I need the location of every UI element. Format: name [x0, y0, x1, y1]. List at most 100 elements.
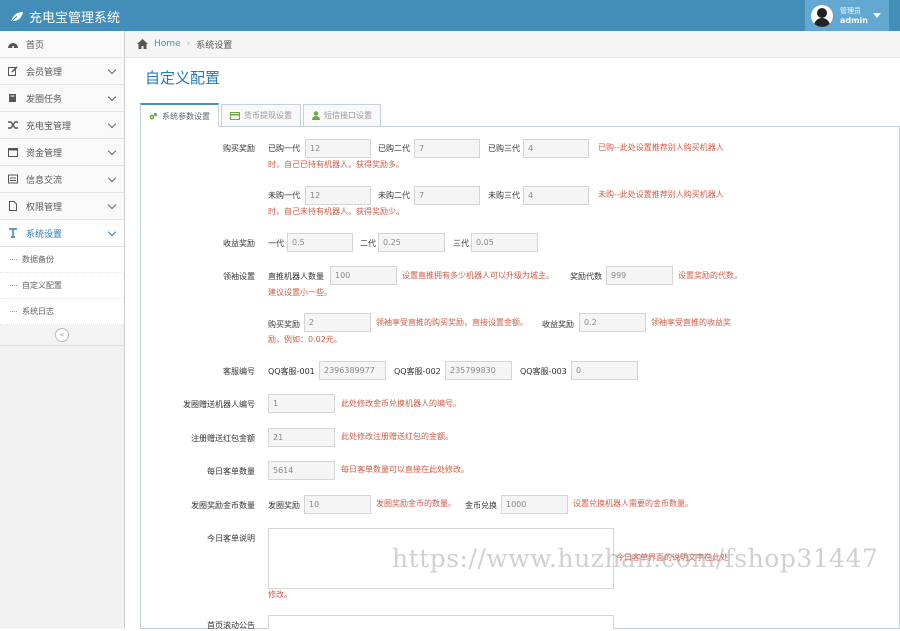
sidebar-item-label: 权限管理: [26, 202, 63, 213]
file-icon: [9, 201, 17, 211]
coin-reward-help: 发圈奖励金币的数量。: [376, 499, 456, 508]
bought-gen2-input[interactable]: 7: [414, 139, 480, 158]
tab-label: 货币提现设置: [244, 111, 292, 120]
unbought-gen3-label: 未购三代: [488, 191, 520, 200]
unbought-help-1: 未购--此处设置推荐别人购买机器人: [598, 190, 724, 199]
sidebar-item-powerbank[interactable]: 充电宝管理: [0, 112, 124, 139]
credit-card-icon: [230, 111, 240, 120]
leader-income-help-2: 励，例如：0.02元。: [268, 335, 342, 344]
edit-icon: [8, 66, 18, 76]
bought-gen1-input[interactable]: 12: [305, 139, 371, 158]
bought-help-2: 时，自己已持有机器人，获得奖励多。: [268, 160, 404, 169]
top-navbar: 充电宝管理系统 管理员 admin: [0, 0, 900, 31]
sidebar-subitem-label: 数据备份: [22, 255, 54, 264]
list-icon: [8, 174, 18, 184]
leader-direct-label: 直推机器人数量: [268, 272, 324, 281]
coin-exchange-label: 金币兑换: [465, 501, 497, 510]
leader-buy-input[interactable]: 2: [304, 313, 371, 332]
chevron-down-icon: [107, 227, 117, 237]
income-gen1-input[interactable]: 0.5: [287, 233, 353, 252]
user-icon: [312, 111, 320, 120]
collapse-icon[interactable]: «: [55, 328, 69, 342]
unbought-gen1-input[interactable]: 12: [305, 186, 371, 205]
breadcrumb-home[interactable]: Home: [154, 39, 181, 49]
sidebar-item-permissions[interactable]: 权限管理: [0, 193, 124, 220]
bought-gen3-label: 已购三代: [488, 144, 520, 153]
calendar-icon: [8, 148, 18, 157]
text-icon: [9, 228, 17, 238]
buy-reward-label: 购买奖励: [223, 144, 255, 153]
breadcrumb: Home › 系统设置: [125, 31, 900, 58]
income-gen2-label: 二代: [360, 239, 376, 248]
income-gen2-input[interactable]: 0.25: [378, 233, 445, 252]
leader-direct-input[interactable]: 100: [330, 266, 397, 285]
user-menu[interactable]: 管理员 admin: [805, 0, 889, 31]
income-gen3-input[interactable]: 0.05: [471, 233, 538, 252]
bought-help-1: 已购--此处设置推荐别人购买机器人: [598, 143, 724, 152]
sidebar-item-label: 系统设置: [26, 229, 63, 240]
chevron-down-icon: [107, 119, 117, 129]
tab-system-params[interactable]: 系统参数设置: [140, 103, 219, 127]
breadcrumb-current: 系统设置: [196, 40, 233, 51]
coin-reward-input[interactable]: 10: [304, 495, 371, 514]
daily-orders-input[interactable]: 5614: [268, 461, 335, 480]
leader-gen-help-1: 设置奖励的代数，: [678, 271, 742, 280]
unbought-help-2: 时，自己未持有机器人，获得奖励少。: [268, 207, 404, 216]
sidebar-item-messages[interactable]: 信息交流: [0, 166, 124, 193]
chevron-down-icon: [107, 200, 117, 210]
notice-label: 首页滚动公告: [207, 621, 255, 630]
daily-orders-label: 每日客单数量: [207, 467, 255, 476]
service-qq2-label: QQ客服-002: [394, 367, 441, 376]
app-title: 充电宝管理系统: [29, 11, 121, 26]
chevron-down-icon: [107, 65, 117, 75]
bought-gen3-input[interactable]: 4: [523, 139, 589, 158]
leader-gen-input[interactable]: 999: [606, 266, 673, 285]
signup-gift-input[interactable]: 21: [268, 428, 335, 447]
brand[interactable]: 充电宝管理系统: [10, 7, 120, 26]
income-reward-label: 收益奖励: [223, 239, 255, 248]
sidebar-subitem-custom-config[interactable]: 自定义配置: [0, 273, 124, 299]
sidebar-subitem-label: 自定义配置: [22, 281, 62, 290]
bought-gen2-label: 已购二代: [378, 144, 410, 153]
sidebar-item-tasks[interactable]: 发圈任务: [0, 85, 124, 112]
sidebar-item-members[interactable]: 会员管理: [0, 58, 124, 85]
leader-buy-help: 领袖享受直推的购买奖励，直接设置金额。: [376, 318, 528, 327]
sidebar-item-settings[interactable]: 系统设置: [0, 220, 124, 247]
sidebar-subitem-logs[interactable]: 系统日志: [0, 299, 124, 325]
unbought-gen3-input[interactable]: 4: [523, 186, 589, 205]
leader-gen-help-2: 建议设置小一些。: [268, 288, 332, 297]
coin-exchange-input[interactable]: 1000: [501, 495, 568, 514]
gift-robot-input[interactable]: 1: [268, 394, 335, 413]
breadcrumb-separator: ›: [186, 39, 191, 49]
service-qq1-input[interactable]: 2396389977: [319, 361, 386, 380]
tab-sms[interactable]: 短信接口设置: [303, 104, 381, 126]
service-qq3-input[interactable]: 0: [571, 361, 638, 380]
bought-gen1-label: 已购一代: [268, 144, 300, 153]
user-name: admin: [840, 15, 868, 25]
leader-direct-help: 设置直推拥有多少机器人可以升级为城主。: [402, 271, 554, 280]
sidebar-item-label: 首页: [26, 40, 45, 51]
leader-income-help-1: 领袖享受直推的收益奖: [651, 318, 731, 327]
sidebar-subitem-label: 系统日志: [22, 307, 54, 316]
unbought-gen2-input[interactable]: 7: [414, 186, 480, 205]
tab-label: 系统参数设置: [162, 111, 210, 121]
sidebar-item-funds[interactable]: 资金管理: [0, 139, 124, 166]
income-gen1-label: 一代: [268, 239, 284, 248]
sidebar-item-label: 信息交流: [26, 175, 63, 186]
avatar: [811, 4, 833, 27]
book-icon: [9, 94, 16, 102]
chevron-down-icon: [107, 92, 117, 102]
watermark: https://www.huzhan.com/fshop31447: [392, 544, 879, 573]
tab-withdraw[interactable]: 货币提现设置: [221, 104, 301, 126]
service-qq1-label: QQ客服-001: [268, 367, 315, 376]
notice-textarea[interactable]: [268, 615, 614, 629]
unbought-gen2-label: 未购二代: [378, 191, 410, 200]
sidebar-subitem-backup[interactable]: 数据备份: [0, 247, 124, 273]
sidebar-item-home[interactable]: 首页: [0, 31, 124, 58]
tab-bar: 系统参数设置 货币提现设置 短信接口设置: [140, 103, 383, 127]
service-qq2-input[interactable]: 235799830: [445, 361, 512, 380]
dashboard-icon: [8, 43, 18, 48]
service-qq3-label: QQ客服-003: [520, 367, 567, 376]
leader-income-input[interactable]: 0.2: [579, 313, 646, 332]
chevron-down-icon: [107, 146, 117, 156]
